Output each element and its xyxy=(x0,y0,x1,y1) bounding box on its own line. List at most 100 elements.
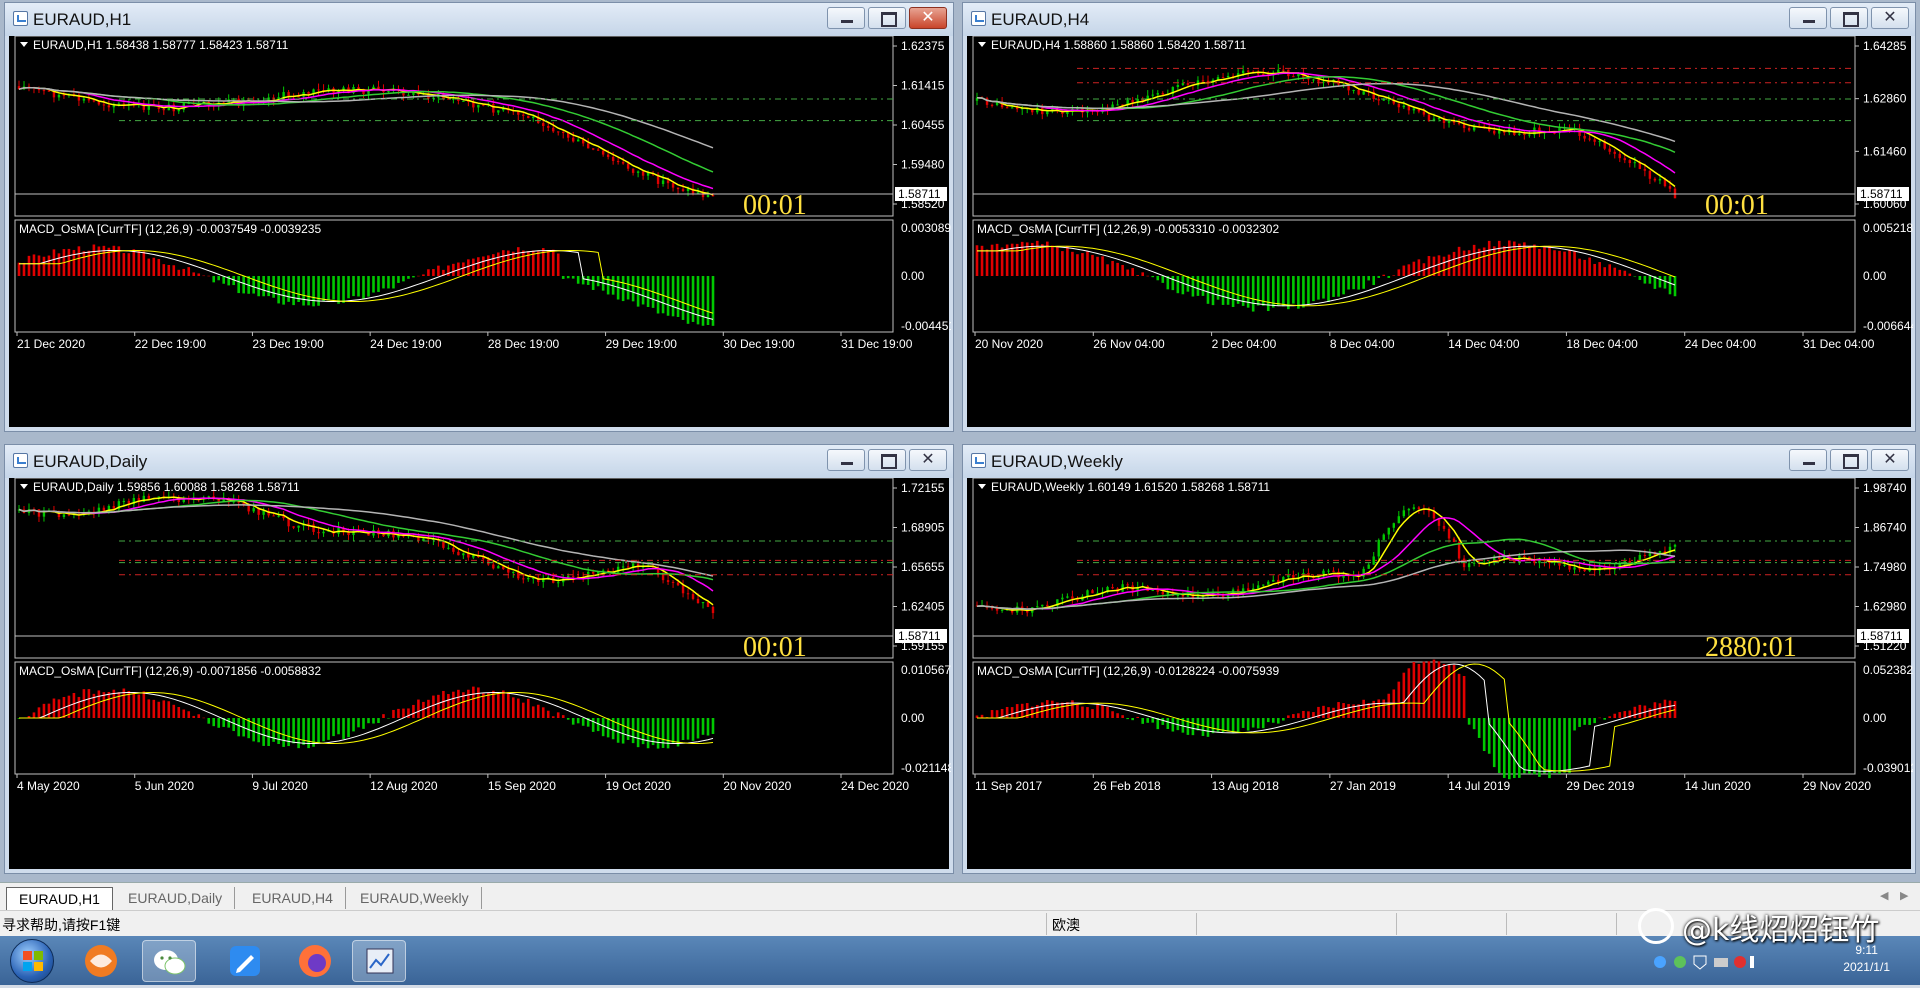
macd-histogram-bar xyxy=(1492,718,1496,768)
maximize-button[interactable] xyxy=(1830,7,1868,29)
taskbar-app-firefox[interactable] xyxy=(288,940,342,982)
macd-histogram-bar xyxy=(187,711,191,718)
chart-canvas[interactable]: EURAUD,H1 1.58438 1.58777 1.58423 1.5871… xyxy=(9,36,951,429)
taskbar-app-wechat[interactable] xyxy=(142,940,196,982)
macd-histogram-bar xyxy=(576,718,580,724)
fish-app-icon xyxy=(85,945,117,977)
tab-euraud-h1[interactable]: EURAUD,H1 xyxy=(6,887,113,910)
chart-window-weekly[interactable]: EURAUD,Weekly ✕ EURAUD,Weekly 1.60149 1.… xyxy=(962,444,1916,874)
macd-histogram-bar xyxy=(1352,276,1355,290)
macd-histogram-bar xyxy=(182,709,186,718)
macd-histogram-bar xyxy=(1176,276,1180,294)
macd-histogram-bar xyxy=(1051,245,1054,276)
candle-body xyxy=(591,148,595,150)
minimize-button[interactable] xyxy=(827,449,865,471)
tab-scroll-left-icon[interactable]: ◀ xyxy=(1880,889,1888,902)
window-titlebar[interactable]: EURAUD,Weekly ✕ xyxy=(963,445,1915,478)
minimize-button[interactable] xyxy=(1789,7,1827,29)
candle-body xyxy=(666,180,670,184)
macd-histogram-bar xyxy=(571,718,575,725)
system-tray-icons[interactable] xyxy=(1650,950,1760,974)
candle-body xyxy=(1151,94,1154,96)
price-chart-svg[interactable]: EURAUD,H4 1.58860 1.58860 1.58420 1.5871… xyxy=(967,36,1913,429)
status-divider xyxy=(1506,913,1507,935)
tab-euraud-daily[interactable]: EURAUD,Daily xyxy=(116,887,236,909)
macd-histogram-bar xyxy=(1256,718,1260,729)
chart-canvas[interactable]: EURAUD,Daily 1.59856 1.60088 1.58268 1.5… xyxy=(9,478,951,871)
tab-euraud-weekly[interactable]: EURAUD,Weekly xyxy=(348,887,482,909)
taskbar-app-fish[interactable] xyxy=(74,940,128,982)
close-button[interactable]: ✕ xyxy=(1871,7,1909,29)
current-price-label: 1.58711 xyxy=(898,187,941,201)
macd-histogram-bar xyxy=(1432,659,1436,718)
header-dropdown-icon[interactable] xyxy=(978,484,986,489)
maximize-button[interactable] xyxy=(868,7,906,29)
macd-histogram-bar xyxy=(142,251,146,276)
chart-canvas[interactable]: EURAUD,H4 1.58860 1.58860 1.58420 1.5871… xyxy=(967,36,1913,429)
macd-histogram-bar xyxy=(1422,661,1426,718)
minimize-button[interactable] xyxy=(827,7,865,29)
time-tick-label: 18 Dec 04:00 xyxy=(1566,337,1638,351)
macd-histogram-bar xyxy=(990,710,994,718)
maximize-button[interactable] xyxy=(868,449,906,471)
macd-histogram-bar xyxy=(566,276,570,279)
candle-body xyxy=(477,104,480,108)
macd-histogram-bar xyxy=(1382,274,1386,276)
macd-histogram-bar xyxy=(1618,269,1622,276)
time-tick-label: 13 Aug 2018 xyxy=(1212,779,1280,793)
close-button[interactable]: ✕ xyxy=(909,7,947,29)
candle-body xyxy=(1086,590,1089,597)
start-button[interactable] xyxy=(10,939,54,983)
chart-window-h1[interactable]: EURAUD,H1 ✕ EURAUD,H1 1.58438 1.58777 1.… xyxy=(4,2,954,432)
macd-histogram-bar xyxy=(1507,718,1511,780)
candle-body xyxy=(1036,606,1039,608)
candle-body xyxy=(631,168,635,173)
macd-histogram-bar xyxy=(1447,664,1451,718)
chart-window-daily[interactable]: EURAUD,Daily ✕ EURAUD,Daily 1.59856 1.60… xyxy=(4,444,954,874)
price-chart-svg[interactable]: EURAUD,H1 1.58438 1.58777 1.58423 1.5871… xyxy=(9,36,951,429)
macd-histogram-bar xyxy=(1643,276,1647,284)
tab-scroll-right-icon[interactable]: ▶ xyxy=(1900,889,1908,902)
chart-window-h4[interactable]: EURAUD,H4 ✕ EURAUD,H4 1.58860 1.58860 1.… xyxy=(962,2,1916,432)
macd-histogram-bar xyxy=(1558,250,1561,276)
chart-canvas[interactable]: EURAUD,Weekly 1.60149 1.61520 1.58268 1.… xyxy=(967,478,1913,871)
header-dropdown-icon[interactable] xyxy=(20,484,28,489)
header-dropdown-icon[interactable] xyxy=(978,42,986,47)
macd-histogram-bar xyxy=(1116,262,1119,276)
header-dropdown-icon[interactable] xyxy=(20,42,28,47)
macd-histogram-bar xyxy=(387,276,390,289)
window-titlebar[interactable]: EURAUD,H1 ✕ xyxy=(5,3,953,36)
macd-histogram-bar xyxy=(147,699,151,718)
macd-histogram-bar xyxy=(452,263,455,276)
candle-body xyxy=(312,524,315,532)
macd-histogram-bar xyxy=(711,276,715,326)
candle-body xyxy=(671,581,675,583)
macd-histogram-bar xyxy=(656,276,660,314)
tab-euraud-h4[interactable]: EURAUD,H4 xyxy=(240,887,346,909)
candle-body xyxy=(696,598,700,604)
taskbar-app-trading-terminal[interactable] xyxy=(352,940,406,982)
macd-histogram-bar xyxy=(1638,276,1642,280)
candle-body xyxy=(1442,525,1446,529)
candle-body xyxy=(1226,75,1230,78)
candle-body xyxy=(527,115,530,119)
macd-histogram-bar xyxy=(581,718,585,726)
window-titlebar[interactable]: EURAUD,H4 ✕ xyxy=(963,3,1915,36)
macd-histogram-bar xyxy=(1246,718,1250,731)
macd-histogram-bar xyxy=(282,718,285,747)
taskbar-app-notes[interactable] xyxy=(218,940,272,982)
minimize-button[interactable] xyxy=(1789,449,1827,471)
price-chart-svg[interactable]: EURAUD,Daily 1.59856 1.60088 1.58268 1.5… xyxy=(9,478,951,871)
close-button[interactable]: ✕ xyxy=(909,449,947,471)
window-titlebar[interactable]: EURAUD,Daily ✕ xyxy=(5,445,953,478)
candle-body xyxy=(1528,134,1531,136)
macd-histogram-bar xyxy=(636,718,640,748)
price-tick-label: 1.62980 xyxy=(1863,600,1907,614)
candle-body xyxy=(452,98,455,100)
close-button[interactable]: ✕ xyxy=(1871,449,1909,471)
macd-histogram-bar xyxy=(332,276,335,300)
maximize-button[interactable] xyxy=(1830,449,1868,471)
macd-histogram-bar xyxy=(1603,718,1606,720)
price-chart-svg[interactable]: EURAUD,Weekly 1.60149 1.61520 1.58268 1.… xyxy=(967,478,1913,871)
candle-body xyxy=(1387,99,1390,101)
